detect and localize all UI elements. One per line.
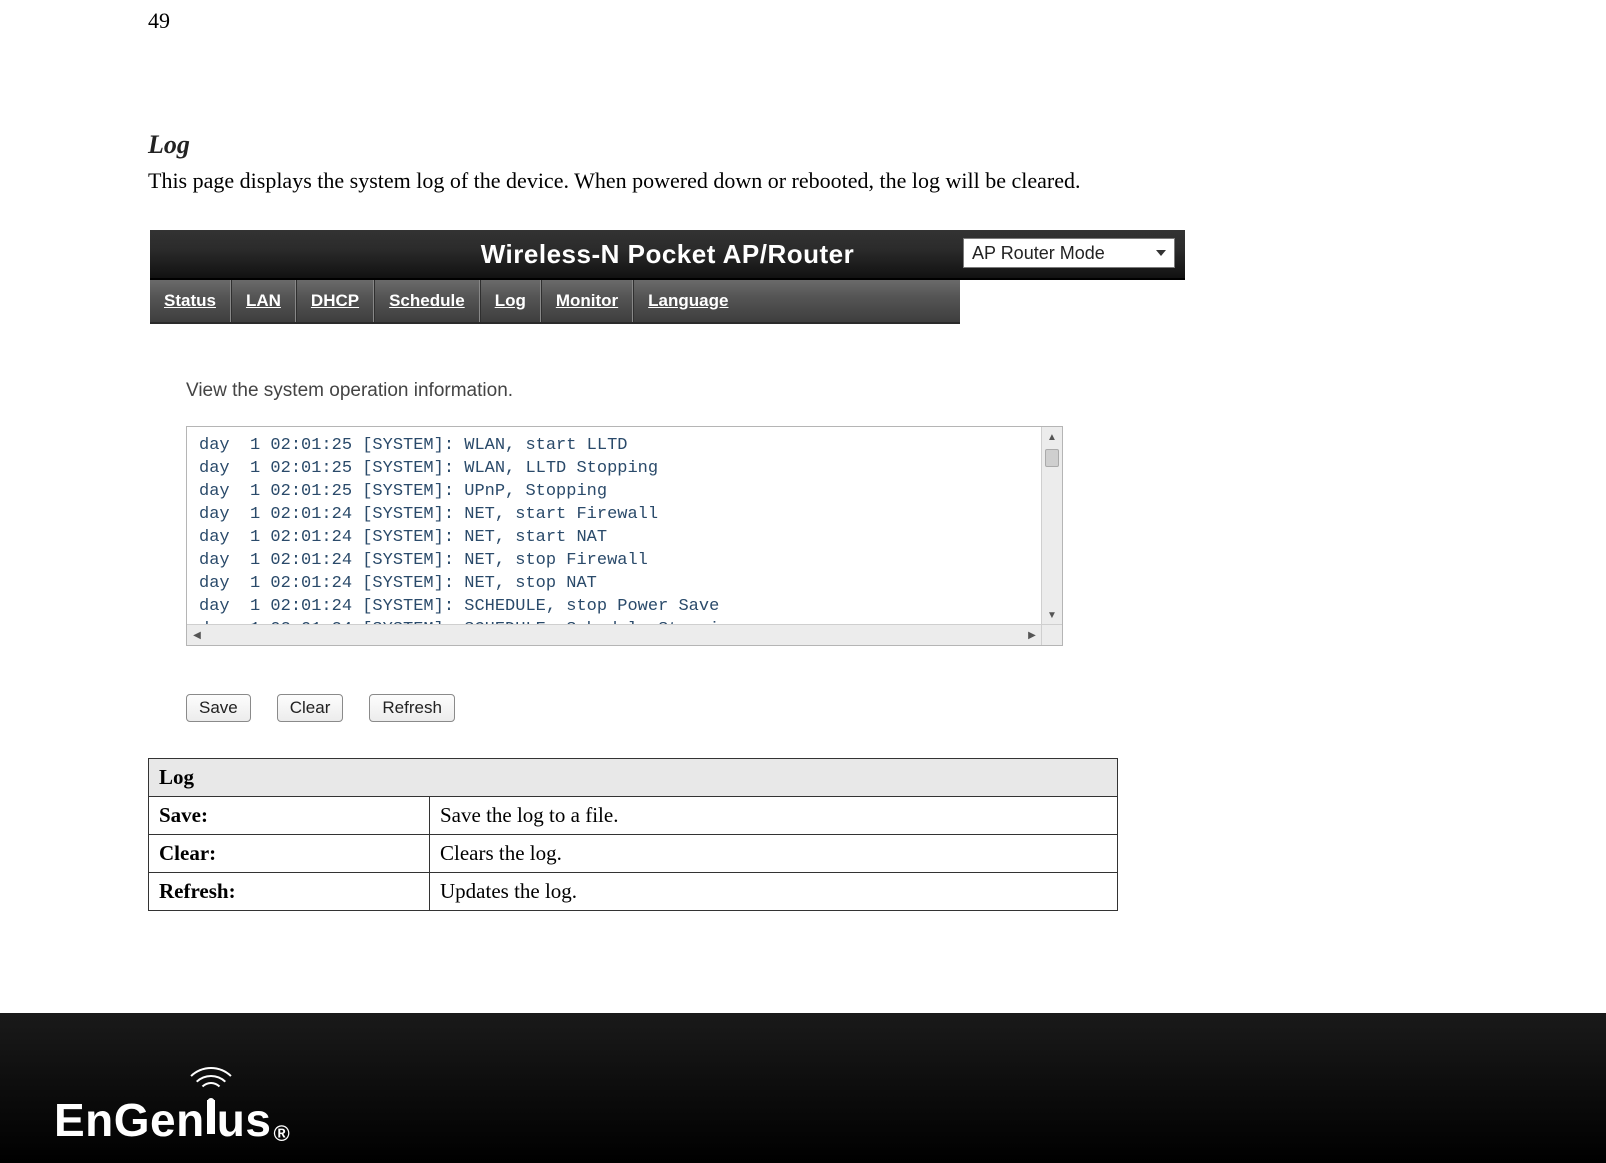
scroll-up-icon[interactable]: ▲ <box>1042 427 1062 447</box>
tab-language[interactable]: Language <box>633 280 742 322</box>
tab-schedule[interactable]: Schedule <box>374 280 480 322</box>
clear-button[interactable]: Clear <box>277 694 344 722</box>
mode-select[interactable]: AP Router Mode <box>963 238 1175 268</box>
router-tabs: Status LAN DHCP Schedule Log Monitor Lan… <box>150 280 960 324</box>
desc-label-refresh: Refresh: <box>149 873 430 911</box>
scroll-thumb[interactable] <box>1045 449 1059 467</box>
desc-label-clear: Clear: <box>149 835 430 873</box>
scroll-left-icon[interactable]: ◀ <box>187 625 207 645</box>
page-footer: EnGen us ® <box>0 1013 1606 1163</box>
scroll-track[interactable] <box>1042 447 1062 605</box>
table-row: Refresh: Updates the log. <box>149 873 1118 911</box>
tab-monitor[interactable]: Monitor <box>541 280 633 322</box>
scroll-corner <box>1041 624 1062 645</box>
table-row: Clear: Clears the log. <box>149 835 1118 873</box>
logo-text-part2: us <box>217 1093 272 1147</box>
vertical-scrollbar[interactable]: ▲ ▼ <box>1041 427 1062 625</box>
tab-lan[interactable]: LAN <box>231 280 296 322</box>
tab-status[interactable]: Status <box>150 280 231 322</box>
router-title-bar: Wireless-N Pocket AP/Router AP Router Mo… <box>150 230 1185 280</box>
mode-select-value: AP Router Mode <box>972 243 1105 264</box>
desc-table-header: Log <box>149 759 1118 797</box>
section-title: Log <box>148 130 1198 160</box>
engenius-logo: EnGen us ® <box>54 1093 290 1147</box>
log-content: day 1 02:01:25 [SYSTEM]: WLAN, start LLT… <box>187 427 1062 645</box>
view-info-text: View the system operation information. <box>186 380 1185 402</box>
registered-icon: ® <box>273 1121 290 1147</box>
tab-log[interactable]: Log <box>480 280 541 322</box>
desc-text-refresh: Updates the log. <box>430 873 1118 911</box>
table-row: Save: Save the log to a file. <box>149 797 1118 835</box>
logo-wifi-icon <box>207 1093 215 1147</box>
scroll-down-icon[interactable]: ▼ <box>1042 605 1062 625</box>
horizontal-scrollbar[interactable]: ◀ ▶ <box>187 624 1042 645</box>
refresh-button[interactable]: Refresh <box>369 694 455 722</box>
tab-dhcp[interactable]: DHCP <box>296 280 374 322</box>
desc-text-clear: Clears the log. <box>430 835 1118 873</box>
scroll-right-icon[interactable]: ▶ <box>1022 625 1042 645</box>
logo-text-part1: EnGen <box>54 1093 205 1147</box>
log-textarea[interactable]: day 1 02:01:25 [SYSTEM]: WLAN, start LLT… <box>186 426 1063 646</box>
button-row: Save Clear Refresh <box>186 694 1185 722</box>
save-button[interactable]: Save <box>186 694 251 722</box>
page-content: Log This page displays the system log of… <box>148 130 1198 911</box>
page-number: 49 <box>148 8 170 34</box>
desc-text-save: Save the log to a file. <box>430 797 1118 835</box>
desc-label-save: Save: <box>149 797 430 835</box>
description-table: Log Save: Save the log to a file. Clear:… <box>148 758 1118 911</box>
chevron-down-icon <box>1156 250 1166 256</box>
section-description: This page displays the system log of the… <box>148 168 1198 194</box>
router-screenshot: Wireless-N Pocket AP/Router AP Router Mo… <box>150 230 1185 722</box>
